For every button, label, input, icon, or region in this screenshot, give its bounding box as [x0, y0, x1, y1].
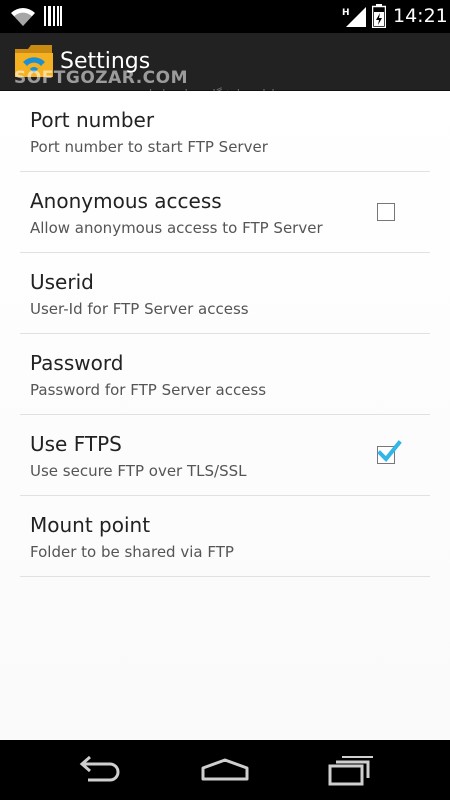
status-bar: H 14:21	[0, 0, 450, 33]
pref-title: Port number	[30, 108, 155, 132]
pref-title: Userid	[30, 270, 94, 294]
pref-summary: Password for FTP Server access	[30, 381, 267, 399]
pref-port-number[interactable]: Port number Port number to start FTP Ser…	[20, 91, 430, 172]
back-button[interactable]	[70, 752, 130, 788]
pref-summary: Folder to be shared via FTP	[30, 543, 234, 561]
home-button[interactable]	[195, 752, 255, 788]
pref-password[interactable]: Password Password for FTP Server access	[20, 334, 430, 415]
signal-icon: H	[342, 7, 366, 27]
pref-userid[interactable]: Userid User-Id for FTP Server access	[20, 253, 430, 334]
status-clock: 14:21	[393, 5, 448, 27]
battery-icon	[372, 4, 386, 28]
anonymous-access-checkbox[interactable]	[377, 203, 395, 221]
watermark-text: SOFTGOZAR.COM	[14, 68, 189, 88]
settings-list: Port number Port number to start FTP Ser…	[0, 91, 450, 740]
pref-summary: Allow anonymous access to FTP Server	[30, 219, 323, 237]
pref-summary: User-Id for FTP Server access	[30, 300, 249, 318]
use-ftps-checkbox[interactable]	[377, 440, 402, 464]
navigation-bar	[0, 740, 450, 800]
pref-summary: Use secure FTP over TLS/SSL	[30, 462, 247, 480]
pref-title: Mount point	[30, 513, 151, 537]
barcode-icon	[44, 6, 62, 26]
checkmark-icon	[377, 440, 402, 462]
wifi-icon	[11, 8, 35, 26]
pref-anonymous-access[interactable]: Anonymous access Allow anonymous access …	[20, 172, 430, 253]
back-icon	[79, 755, 120, 782]
recents-icon	[328, 756, 373, 786]
home-icon	[201, 758, 249, 781]
recents-button[interactable]	[320, 752, 380, 788]
pref-use-ftps[interactable]: Use FTPS Use secure FTP over TLS/SSL	[20, 415, 430, 496]
pref-mount-point[interactable]: Mount point Folder to be shared via FTP	[20, 496, 430, 577]
pref-title: Use FTPS	[30, 432, 122, 456]
svg-text:H: H	[342, 8, 350, 18]
pref-title: Password	[30, 351, 124, 375]
action-bar: Settings SOFTGOZAR.COM اولین دانشگاه مجا…	[0, 33, 450, 101]
pref-title: Anonymous access	[30, 189, 222, 213]
pref-summary: Port number to start FTP Server	[30, 138, 268, 156]
